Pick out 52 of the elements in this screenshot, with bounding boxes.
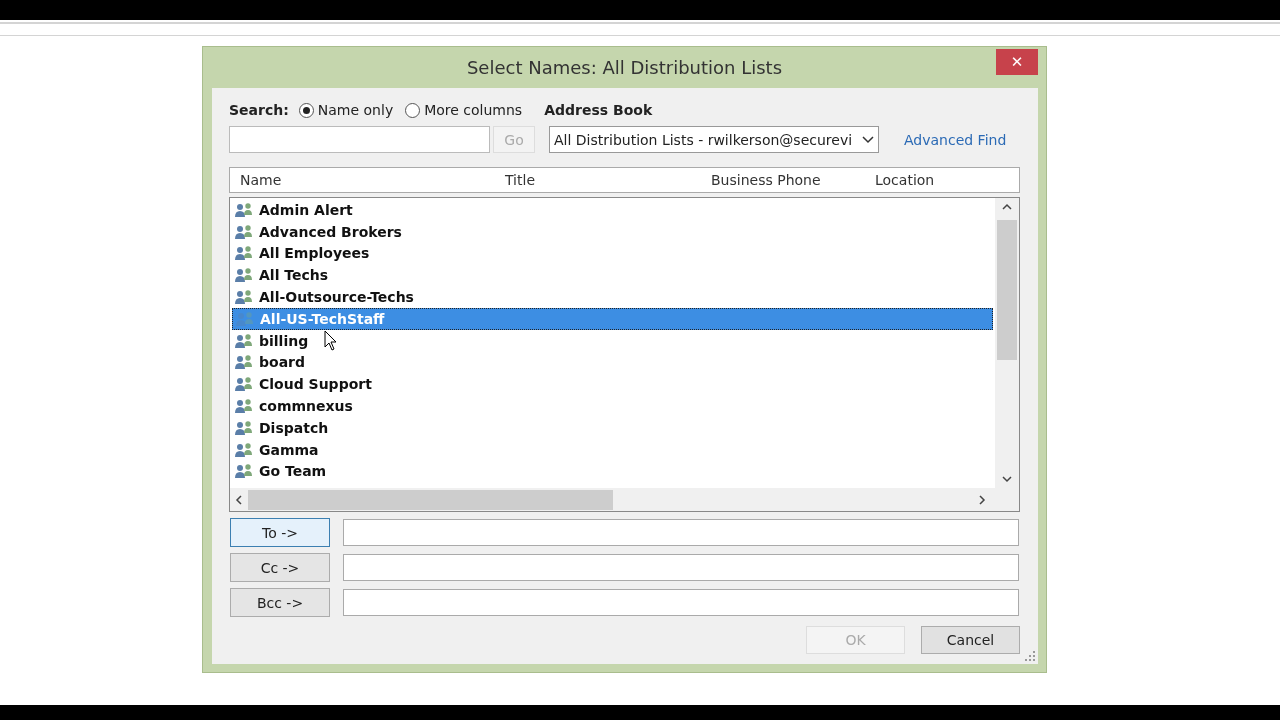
cursor-icon [324,330,338,352]
radio-label: Name only [317,102,394,118]
horizontal-scrollbar[interactable] [230,488,1019,511]
column-header[interactable]: Location [865,172,1019,188]
list-item[interactable]: All Employees [232,242,995,265]
list-item[interactable]: billing [232,329,995,352]
recipient-button[interactable]: To -> [230,518,330,547]
list-item[interactable]: All-Outsource-Techs [232,286,995,308]
people-icon [234,354,254,371]
radio-button[interactable] [405,102,421,118]
people-icon [234,201,254,218]
people-icon [234,376,254,393]
column-header[interactable]: Title [495,172,701,188]
people-icon [234,267,254,284]
list-item[interactable]: Admin Alert [232,199,995,221]
list-item[interactable]: board [232,351,995,374]
recipient-field[interactable] [343,554,1019,581]
list-item[interactable]: Gamma [232,438,995,461]
dialog-button[interactable]: Cancel [921,626,1020,654]
recipient-field[interactable] [343,519,1019,546]
people-icon [234,289,254,306]
list-item[interactable]: Dispatch [232,416,995,439]
people-icon [234,441,254,458]
list-item[interactable]: Advanced Brokers [232,220,995,243]
people-icon [234,223,254,240]
column-header[interactable]: Business Phone [701,172,865,188]
search-label: Search: [229,102,289,118]
people-icon [234,419,254,436]
advanced-find-link[interactable]: Advanced Find [904,131,1007,148]
chevron-down-icon [862,135,874,144]
list-item[interactable]: Go Team [232,460,995,483]
recipient-button[interactable]: Bcc -> [230,588,330,617]
people-icon [234,463,254,480]
address-book-dropdown[interactable]: All Distribution Lists - rwilkerson@securevi [549,126,879,153]
radio-button[interactable] [298,102,314,118]
list-item[interactable]: commnexus [232,395,995,417]
list-item[interactable]: Cloud Support [232,373,995,396]
window-title: Select Names: All Distribution Lists [466,57,783,78]
people-icon [235,310,255,327]
people-icon [234,245,254,262]
column-header[interactable]: Name [230,172,495,188]
vertical-scrollbar[interactable] [995,198,1019,488]
address-book-label: Address Book [544,102,653,118]
recipient-field[interactable] [343,589,1019,616]
close-button[interactable]: ✕ [996,49,1038,75]
radio-label: More columns [424,102,523,118]
people-icon [234,332,254,349]
recipient-button[interactable]: Cc -> [230,553,330,582]
list-item[interactable]: All Techs [232,264,995,287]
search-field[interactable] [229,126,490,153]
resize-grip-icon[interactable] [1025,651,1035,661]
people-icon [234,398,254,415]
